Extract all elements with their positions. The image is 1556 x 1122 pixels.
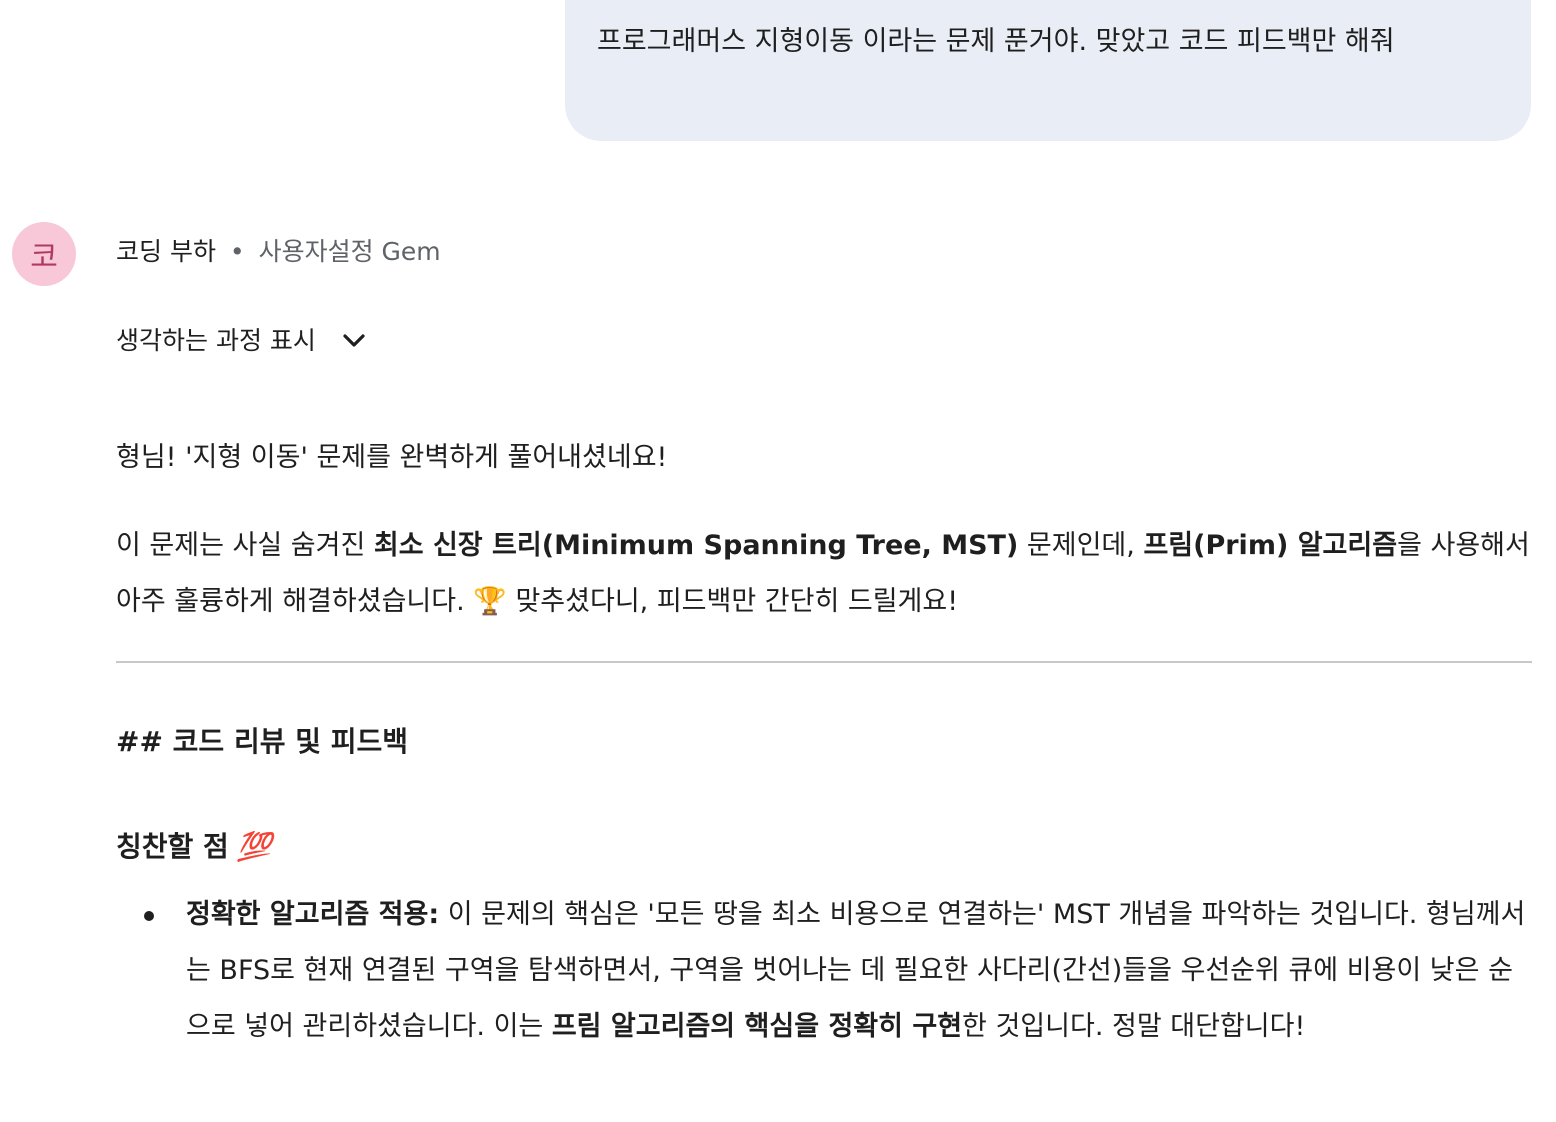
response-intro: 형님! '지형 이동' 문제를 완벽하게 풀어내셨네요! <box>116 442 668 473</box>
chat-page: 프로그래머스 지형이동 이라는 문제 푼거야. 맞았고 코드 피드백만 해줘 코… <box>0 0 1556 1122</box>
assistant-name: 코딩 부하 <box>116 237 216 266</box>
show-thinking-toggle[interactable]: 생각하는 과정 표시 <box>116 322 368 360</box>
assistant-avatar: 코 <box>12 222 76 286</box>
user-message-text: 프로그래머스 지형이동 이라는 문제 푼거야. 맞았고 코드 피드백만 해줘 <box>597 26 1395 57</box>
bullet-text-b: 한 것입니다. 정말 대단합니다! <box>962 1011 1306 1042</box>
show-thinking-label: 생각하는 과정 표시 <box>116 326 316 355</box>
summary-bold-mst: 최소 신장 트리(Minimum Spanning Tree, MST) <box>373 530 1019 561</box>
trophy-icon: 🏆 <box>473 586 507 617</box>
section-heading-review: ## 코드 리뷰 및 피드백 <box>116 725 408 758</box>
summary-text-f: 맞추셨다니, 피드백만 간단히 드릴게요! <box>506 586 959 617</box>
assistant-meta: 사용자설정 Gem <box>258 237 441 266</box>
praise-list: 정확한 알고리즘 적용: 이 문제의 핵심은 '모든 땅을 최소 비용으로 연결… <box>116 887 1526 1055</box>
summary-text-a: 이 문제는 사실 숨겨진 <box>116 530 374 561</box>
user-message-bubble: 프로그래머스 지형이동 이라는 문제 푼거야. 맞았고 코드 피드백만 해줘 <box>565 0 1531 141</box>
response-summary: 이 문제는 사실 숨겨진 최소 신장 트리(Minimum Spanning T… <box>116 518 1532 630</box>
chevron-down-icon <box>340 327 368 355</box>
summary-bold-prim: 프림(Prim) 알고리즘 <box>1143 530 1398 561</box>
list-item: 정확한 알고리즘 적용: 이 문제의 핵심은 '모든 땅을 최소 비용으로 연결… <box>116 887 1526 1055</box>
summary-text-c: 문제인데, <box>1018 530 1144 561</box>
assistant-header: 코딩 부하 • 사용자설정 Gem <box>116 234 441 270</box>
subheading-praise: 칭찬할 점 💯 <box>116 827 272 867</box>
hundred-points-icon: 💯 <box>236 830 272 863</box>
bullet-title: 정확한 알고리즘 적용: <box>186 899 440 930</box>
divider <box>116 661 1532 663</box>
header-separator: • <box>229 237 245 266</box>
subheading-praise-text: 칭찬할 점 <box>116 830 229 863</box>
bullet-dot <box>144 911 154 921</box>
avatar-letter: 코 <box>30 240 58 275</box>
bullet-bold-emphasis: 프림 알고리즘의 핵심을 정확히 구현 <box>551 1011 963 1042</box>
